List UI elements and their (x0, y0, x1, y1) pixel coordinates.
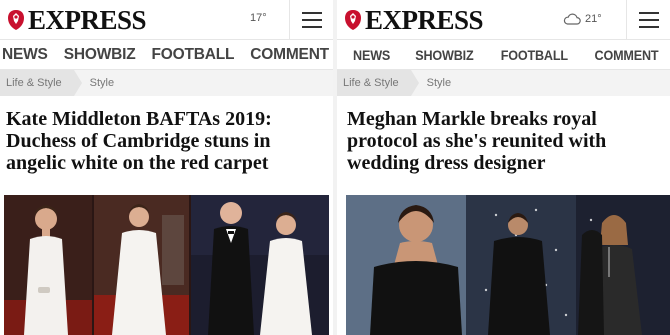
weather-readout[interactable]: 21° (563, 12, 602, 25)
hamburger-icon (638, 12, 659, 14)
nav-football[interactable]: FOOTBALL (500, 47, 567, 63)
site-header: EXPRESS 21° (337, 0, 670, 40)
temperature-readout[interactable]: 17° (250, 12, 267, 24)
nav-news[interactable]: NEWS (353, 47, 390, 63)
nav-football[interactable]: FOOTBALL (152, 46, 235, 64)
breadcrumb-life-style[interactable]: Life & Style (0, 70, 82, 96)
article-hero-image[interactable] (4, 195, 329, 335)
brand-wordmark: EXPRESS (365, 5, 484, 35)
nav-showbiz[interactable]: SHOWBIZ (415, 47, 473, 63)
event-collage (346, 195, 670, 335)
section-nav: NEWS SHOWBIZ FOOTBALL COMMENT (0, 40, 333, 70)
screenshot-pair: EXPRESS 17° NEWS SHOWBIZ FOOTBALL COMMEN… (0, 0, 670, 335)
nav-showbiz[interactable]: SHOWBIZ (64, 46, 136, 64)
crest-icon (8, 10, 24, 30)
red-carpet-collage (4, 195, 329, 335)
menu-button[interactable] (289, 0, 333, 40)
brand-wordmark: EXPRESS (28, 5, 147, 35)
nav-comment[interactable]: COMMENT (250, 46, 329, 64)
breadcrumb-life-style[interactable]: Life & Style (337, 70, 419, 96)
breadcrumb: Life & Style Style (337, 70, 670, 96)
right-article-panel: EXPRESS 21° NEWS SHOWBIZ FOOTBALL COMMEN… (337, 0, 670, 335)
left-article-panel: EXPRESS 17° NEWS SHOWBIZ FOOTBALL COMMEN… (0, 0, 333, 335)
crest-icon (345, 10, 361, 30)
hamburger-icon (301, 12, 322, 14)
article-headline[interactable]: Meghan Markle breaks royal protocol as s… (337, 96, 670, 186)
express-logo[interactable]: EXPRESS (343, 5, 484, 35)
article-hero-image[interactable] (346, 195, 670, 335)
site-header: EXPRESS 17° (0, 0, 333, 40)
temperature-value: 21° (585, 12, 602, 25)
temperature-value: 17° (250, 12, 267, 24)
article-headline[interactable]: Kate Middleton BAFTAs 2019: Duchess of C… (0, 96, 333, 186)
nav-news[interactable]: NEWS (2, 46, 48, 64)
section-nav: NEWS SHOWBIZ FOOTBALL COMMENT (337, 40, 670, 70)
express-logo[interactable]: EXPRESS (6, 5, 147, 35)
cloud-icon (563, 13, 581, 25)
nav-comment[interactable]: COMMENT (595, 47, 659, 63)
breadcrumb: Life & Style Style (0, 70, 333, 96)
menu-button[interactable] (626, 0, 670, 40)
